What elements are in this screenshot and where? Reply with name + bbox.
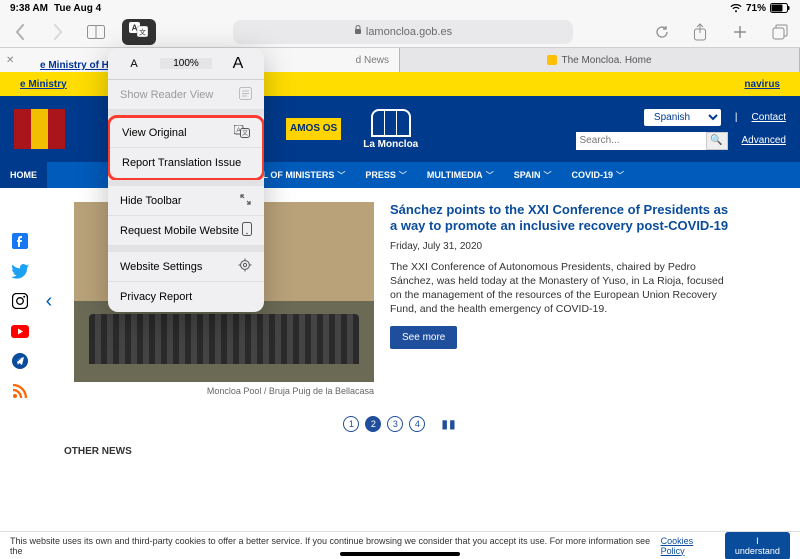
view-original[interactable]: View Original A文: [110, 118, 262, 148]
page-dot-4[interactable]: 4: [409, 416, 425, 432]
phone-icon: [242, 222, 252, 239]
instagram-icon[interactable]: [11, 292, 29, 310]
reload-button[interactable]: [650, 20, 674, 44]
home-indicator[interactable]: [340, 552, 460, 556]
nav-home[interactable]: HOME: [0, 162, 47, 188]
tabs-button[interactable]: [768, 20, 792, 44]
page-dot-2[interactable]: 2: [365, 416, 381, 432]
status-time: 9:38 AM: [10, 3, 48, 14]
lock-icon: [354, 25, 362, 38]
forward-button[interactable]: [46, 20, 70, 44]
gear-icon: [238, 258, 252, 275]
twitter-icon[interactable]: [11, 262, 29, 280]
secondary-logo: AMOS OS: [286, 118, 341, 140]
cookies-policy-link[interactable]: Cookies Policy: [661, 536, 719, 556]
privacy-report[interactable]: Privacy Report: [108, 282, 264, 312]
yellow-link-end[interactable]: navirus: [744, 79, 780, 90]
carousel-pager: 1 2 3 4 ▮▮: [0, 416, 800, 432]
nav-press[interactable]: PRESS﹀: [355, 162, 417, 188]
battery-icon: [770, 3, 790, 13]
url-text: lamoncloa.gob.es: [366, 26, 452, 38]
see-more-button[interactable]: See more: [390, 326, 457, 349]
photo-caption: Moncloa Pool / Bruja Puig de la Bellacas…: [74, 382, 374, 396]
arch-icon: [371, 109, 411, 137]
pause-icon[interactable]: ▮▮: [441, 417, 456, 431]
ios-status-bar: 9:38 AM Tue Aug 4 71%: [0, 0, 800, 16]
logo-label: La Moncloa: [363, 139, 418, 150]
request-mobile-website[interactable]: Request Mobile Website: [108, 216, 264, 246]
zoom-level: 100%: [160, 58, 212, 69]
page-settings-menu: A 100% A Show Reader View View Original …: [108, 48, 264, 312]
chevron-down-icon: ﹀: [337, 170, 345, 181]
search-box: 🔍: [576, 132, 728, 150]
hero-text-block: Sánchez points to the XXI Conference of …: [390, 202, 730, 349]
language-select[interactable]: Spanish: [644, 109, 721, 126]
reader-icon: [239, 87, 252, 103]
favicon-icon: [547, 55, 557, 65]
zoom-controls: A 100% A: [108, 48, 264, 80]
search-input[interactable]: [576, 132, 706, 150]
search-submit-icon: 🔍: [710, 135, 722, 146]
address-bar[interactable]: lamoncloa.gob.es: [233, 20, 573, 44]
tab-label-fragment: d News: [356, 55, 389, 66]
nav-spain[interactable]: SPAIN﹀: [504, 162, 562, 188]
bookmarks-button[interactable]: [84, 20, 108, 44]
translate-icon: A文: [234, 125, 250, 141]
report-translation-issue[interactable]: Report Translation Issue: [110, 148, 262, 178]
nav-covid[interactable]: COVID-19﹀: [562, 162, 635, 188]
article-summary: The XXI Conference of Autonomous Preside…: [390, 260, 730, 317]
page-format-button[interactable]: A文: [122, 19, 156, 45]
chevron-down-icon: ﹀: [616, 170, 624, 181]
chevron-down-icon: ﹀: [399, 170, 407, 181]
search-button[interactable]: 🔍: [706, 132, 728, 150]
article-headline[interactable]: Sánchez points to the XXI Conference of …: [390, 202, 728, 233]
nav-multimedia[interactable]: MULTIMEDIA﹀: [417, 162, 504, 188]
battery-percent: 71%: [746, 3, 766, 14]
hide-toolbar[interactable]: Hide Toolbar: [108, 186, 264, 216]
zoom-in-button[interactable]: A: [212, 55, 264, 73]
page-dot-1[interactable]: 1: [343, 416, 359, 432]
advanced-search-link[interactable]: Advanced: [742, 135, 786, 146]
carousel-prev[interactable]: ‹: [40, 290, 58, 313]
back-button[interactable]: [8, 20, 32, 44]
expand-icon: [239, 193, 252, 209]
translate-icon: A文: [129, 22, 149, 41]
chevron-down-icon: ﹀: [486, 170, 494, 181]
spain-crest: [14, 109, 66, 149]
show-reader-view: Show Reader View: [108, 80, 264, 110]
yellow-link[interactable]: e Ministry: [20, 79, 67, 90]
share-button[interactable]: [688, 20, 712, 44]
close-tab-icon[interactable]: ✕: [6, 55, 14, 66]
telegram-icon[interactable]: [11, 352, 29, 370]
contact-link[interactable]: Contact: [752, 112, 786, 123]
svg-text:文: 文: [242, 129, 248, 137]
status-date: Tue Aug 4: [54, 3, 101, 14]
tab-label: The Moncloa. Home: [561, 55, 651, 66]
svg-text:A: A: [132, 24, 138, 33]
other-news-heading: OTHER NEWS: [0, 432, 800, 457]
article-date: Friday, July 31, 2020: [390, 241, 730, 252]
website-settings[interactable]: Website Settings: [108, 252, 264, 282]
facebook-icon[interactable]: [11, 232, 29, 250]
svg-text:文: 文: [139, 28, 146, 37]
header-divider: |: [735, 112, 738, 123]
new-tab-button[interactable]: [728, 20, 752, 44]
chevron-down-icon: ﹀: [544, 170, 552, 181]
rss-icon[interactable]: [11, 382, 29, 400]
wifi-icon: [730, 4, 742, 13]
cookie-accept-button[interactable]: I understand: [725, 532, 790, 559]
tab-inactive[interactable]: The Moncloa. Home: [400, 48, 800, 72]
zoom-out-button[interactable]: A: [108, 58, 160, 70]
moncloa-logo[interactable]: La Moncloa: [363, 109, 418, 150]
youtube-icon[interactable]: [11, 322, 29, 340]
page-dot-3[interactable]: 3: [387, 416, 403, 432]
cookie-text: This website uses its own and third-part…: [10, 536, 655, 556]
social-sidebar: [0, 202, 40, 400]
highlighted-items: View Original A文 Report Translation Issu…: [108, 115, 264, 181]
safari-toolbar: A文 lamoncloa.gob.es: [0, 16, 800, 48]
